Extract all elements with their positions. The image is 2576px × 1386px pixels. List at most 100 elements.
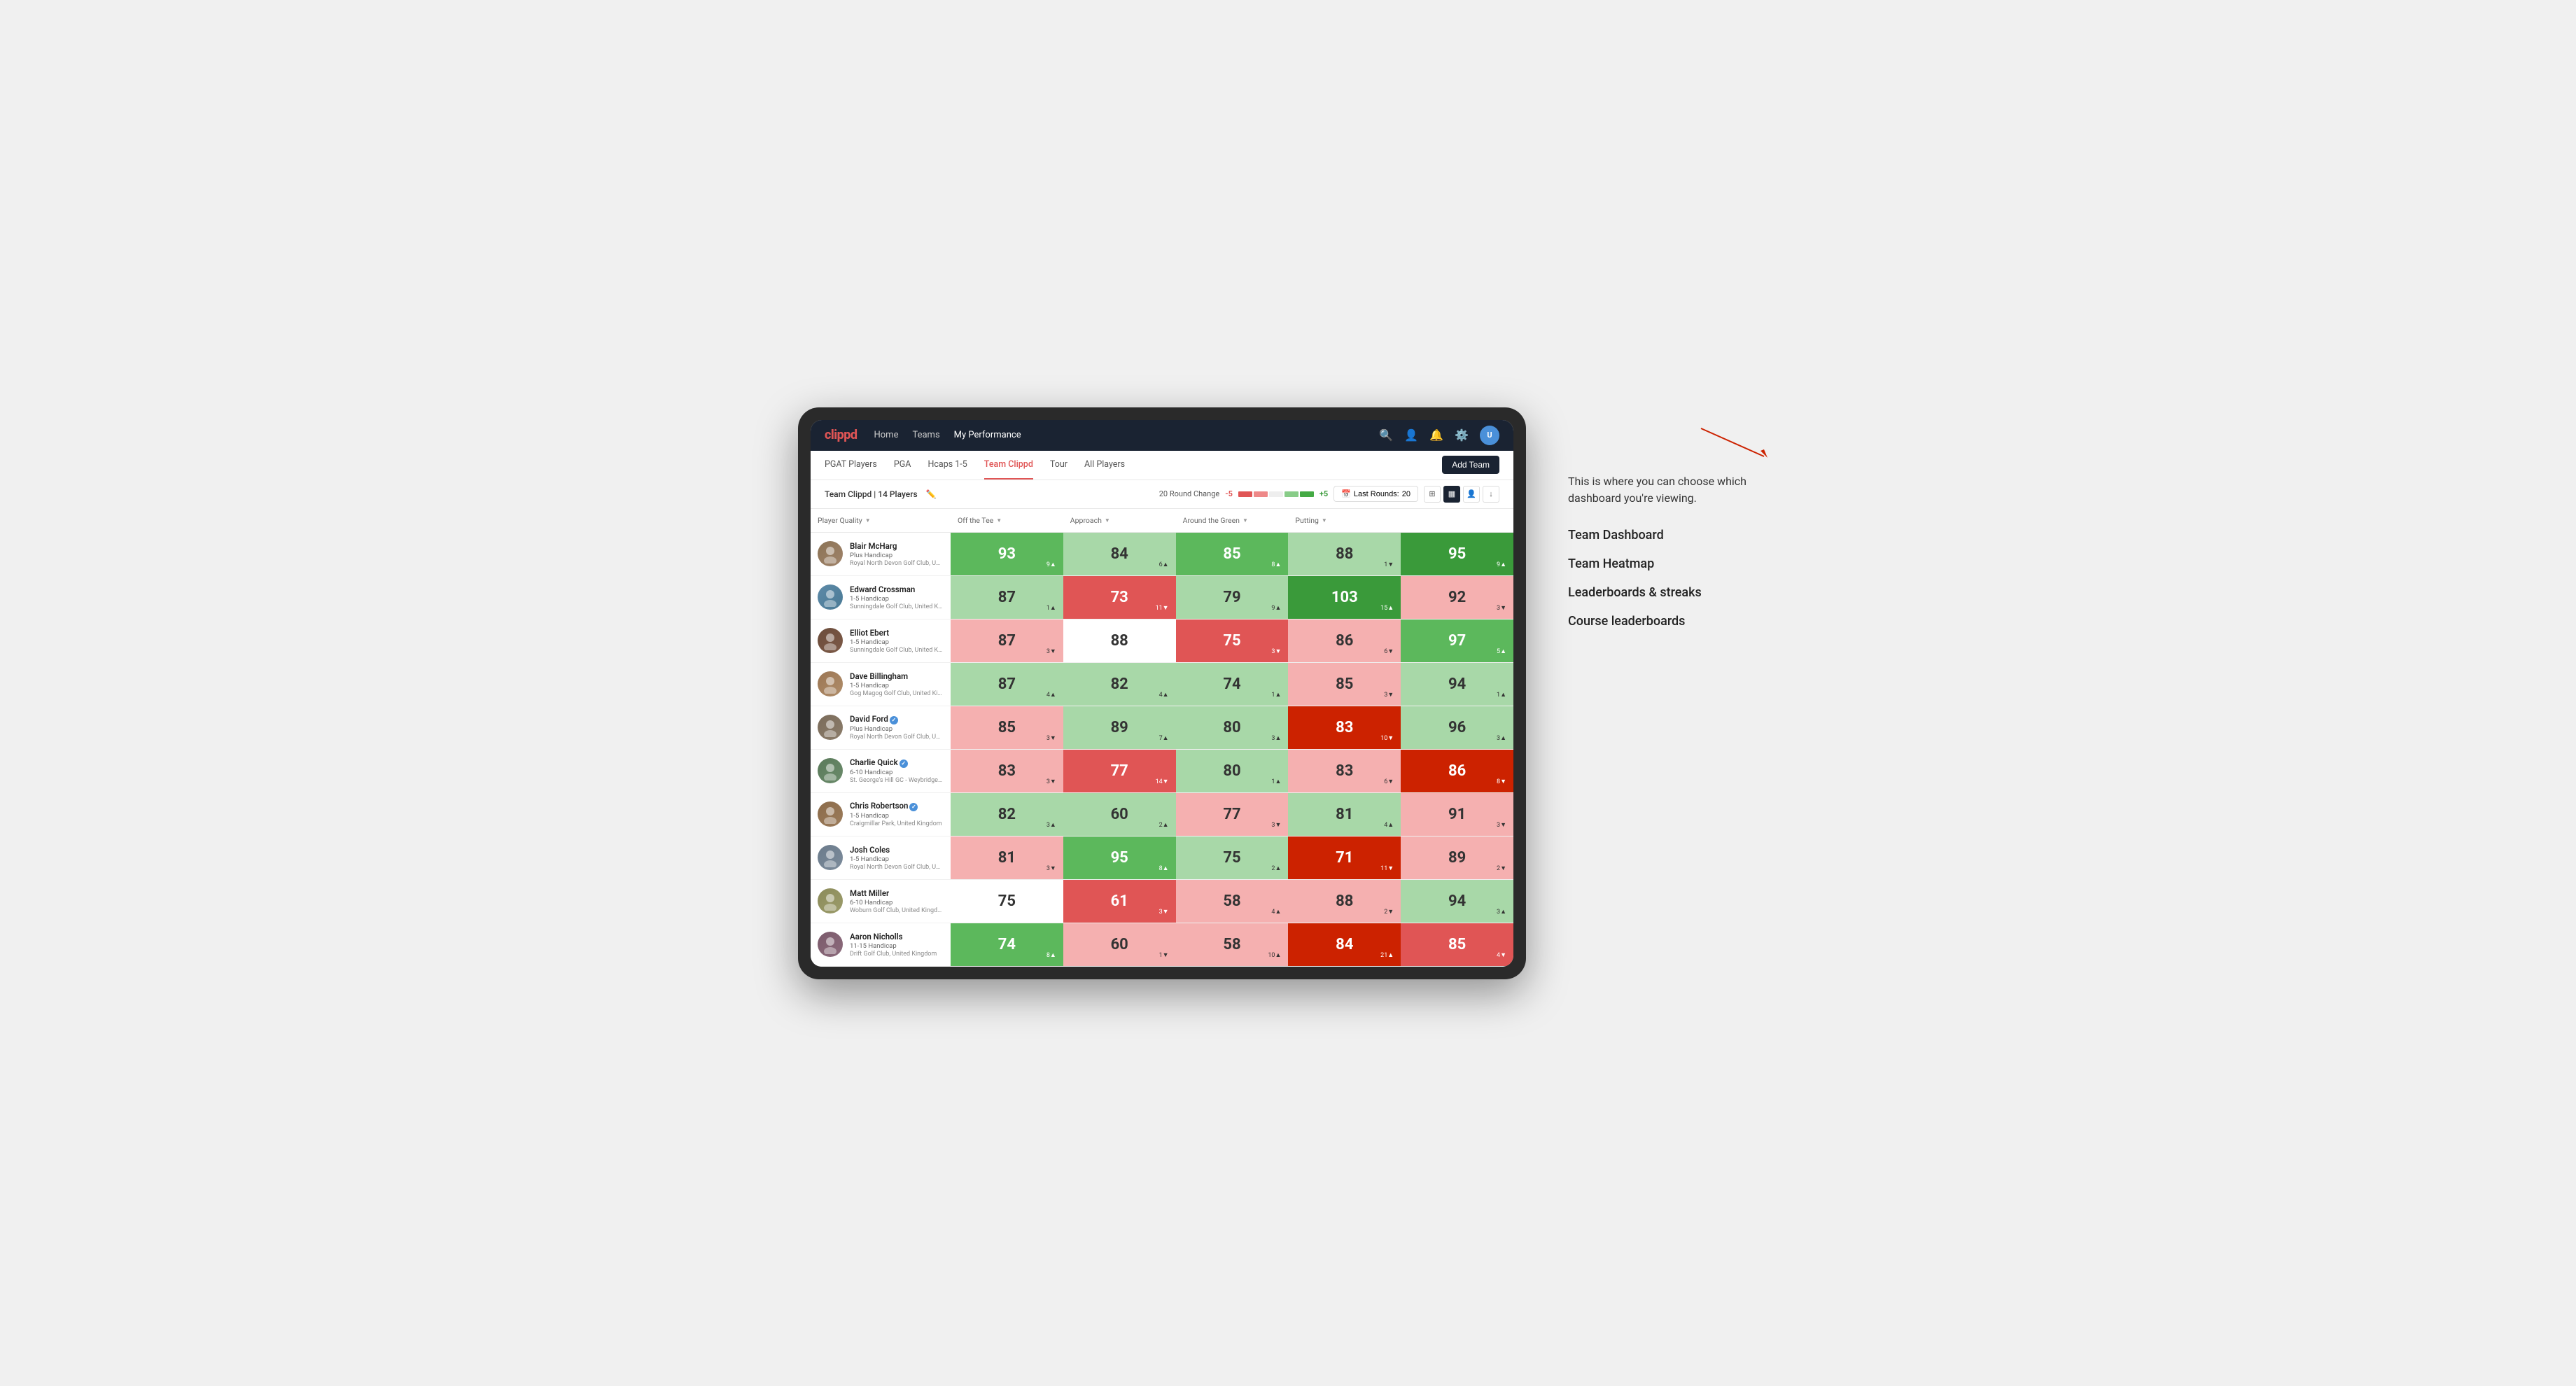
score-cell-0[interactable]: 833▼ xyxy=(951,750,1063,792)
people-icon[interactable]: 👤 xyxy=(1404,428,1418,442)
download-button[interactable]: ↓ xyxy=(1483,486,1499,503)
nav-link-home[interactable]: Home xyxy=(874,427,898,443)
tab-team-clippd[interactable]: Team Clippd xyxy=(984,451,1033,479)
score-cell-0[interactable]: 853▼ xyxy=(951,706,1063,749)
score-cell-0[interactable]: 823▲ xyxy=(951,793,1063,836)
table-row[interactable]: David Ford✓Plus HandicapRoyal North Devo… xyxy=(811,706,1513,750)
score-cell-1[interactable]: 7311▼ xyxy=(1063,576,1176,619)
score-cell-1[interactable]: 897▲ xyxy=(1063,706,1176,749)
nav-icons: 🔍 👤 🔔 ⚙️ U xyxy=(1379,426,1499,445)
nav-link-teams[interactable]: Teams xyxy=(912,427,939,443)
person-view-button[interactable]: 👤 xyxy=(1463,486,1480,503)
score-cell-4[interactable]: 868▼ xyxy=(1401,750,1513,792)
score-cell-2[interactable]: 799▲ xyxy=(1176,576,1289,619)
col-header-tee: Off the Tee ▼ xyxy=(951,513,1063,528)
score-cell-4[interactable]: 941▲ xyxy=(1401,663,1513,706)
score-cell-2[interactable]: 741▲ xyxy=(1176,663,1289,706)
table-row[interactable]: Elliot Ebert1-5 HandicapSunningdale Golf… xyxy=(811,620,1513,663)
score-cell-0[interactable]: 874▲ xyxy=(951,663,1063,706)
score-value: 88 xyxy=(1336,545,1353,563)
score-cell-3[interactable]: 8310▼ xyxy=(1288,706,1401,749)
score-cell-0[interactable]: 748▲ xyxy=(951,923,1063,966)
player-cell[interactable]: Matt Miller6-10 HandicapWoburn Golf Club… xyxy=(811,880,951,923)
table-row[interactable]: Charlie Quick✓6-10 HandicapSt. George's … xyxy=(811,750,1513,793)
score-cell-0[interactable]: 813▼ xyxy=(951,836,1063,879)
score-cell-2[interactable]: 773▼ xyxy=(1176,793,1289,836)
player-cell[interactable]: Aaron Nicholls11-15 HandicapDrift Golf C… xyxy=(811,923,951,966)
score-cell-4[interactable]: 943▲ xyxy=(1401,880,1513,923)
player-name: Charlie Quick✓ xyxy=(850,757,944,768)
score-cell-3[interactable]: 881▼ xyxy=(1288,533,1401,575)
player-cell[interactable]: Blair McHargPlus HandicapRoyal North Dev… xyxy=(811,533,951,575)
score-cell-0[interactable]: 75 xyxy=(951,880,1063,923)
score-cell-2[interactable]: 858▲ xyxy=(1176,533,1289,575)
player-cell[interactable]: David Ford✓Plus HandicapRoyal North Devo… xyxy=(811,706,951,749)
round-change-controls: 20 Round Change -5 +5 📅 Last Rounds: 20 xyxy=(1159,486,1499,503)
score-cell-3[interactable]: 7111▼ xyxy=(1288,836,1401,879)
range-red xyxy=(1238,491,1252,497)
tab-pga[interactable]: PGA xyxy=(894,451,911,479)
table-row[interactable]: Chris Robertson✓1-5 HandicapCraigmillar … xyxy=(811,793,1513,836)
score-value: 79 xyxy=(1223,589,1240,606)
score-cell-0[interactable]: 871▲ xyxy=(951,576,1063,619)
player-cell[interactable]: Dave Billingham1-5 HandicapGog Magog Gol… xyxy=(811,663,951,706)
score-cell-0[interactable]: 939▲ xyxy=(951,533,1063,575)
score-cell-3[interactable]: 853▼ xyxy=(1288,663,1401,706)
settings-icon[interactable]: ⚙️ xyxy=(1455,428,1469,442)
score-cell-2[interactable]: 803▲ xyxy=(1176,706,1289,749)
score-cell-4[interactable]: 963▲ xyxy=(1401,706,1513,749)
table-row[interactable]: Matt Miller6-10 HandicapWoburn Golf Club… xyxy=(811,880,1513,923)
score-cell-4[interactable]: 923▼ xyxy=(1401,576,1513,619)
player-cell[interactable]: Josh Coles1-5 HandicapRoyal North Devon … xyxy=(811,836,951,879)
score-cell-4[interactable]: 975▲ xyxy=(1401,620,1513,662)
score-cell-0[interactable]: 873▼ xyxy=(951,620,1063,662)
tab-pgat-players[interactable]: PGAT Players xyxy=(825,451,877,479)
add-team-button[interactable]: Add Team xyxy=(1442,456,1499,474)
score-cell-3[interactable]: 10315▲ xyxy=(1288,576,1401,619)
score-cell-1[interactable]: 602▲ xyxy=(1063,793,1176,836)
tab-tour[interactable]: Tour xyxy=(1050,451,1068,479)
score-cell-4[interactable]: 892▼ xyxy=(1401,836,1513,879)
score-value: 97 xyxy=(1448,632,1466,650)
tab-all-players[interactable]: All Players xyxy=(1084,451,1125,479)
table-row[interactable]: Josh Coles1-5 HandicapRoyal North Devon … xyxy=(811,836,1513,880)
score-cell-4[interactable]: 854▼ xyxy=(1401,923,1513,966)
bell-icon[interactable]: 🔔 xyxy=(1429,428,1443,442)
score-cell-1[interactable]: 846▲ xyxy=(1063,533,1176,575)
nav-link-performance[interactable]: My Performance xyxy=(954,427,1021,443)
score-cell-2[interactable]: 5810▲ xyxy=(1176,923,1289,966)
score-cell-4[interactable]: 913▼ xyxy=(1401,793,1513,836)
score-cell-3[interactable]: 866▼ xyxy=(1288,620,1401,662)
score-cell-2[interactable]: 801▲ xyxy=(1176,750,1289,792)
grid-view-button[interactable]: ⊞ xyxy=(1424,486,1441,503)
heatmap-view-button[interactable]: ▦ xyxy=(1443,486,1460,503)
score-cell-1[interactable]: 7714▼ xyxy=(1063,750,1176,792)
score-cell-1[interactable]: 613▼ xyxy=(1063,880,1176,923)
table-row[interactable]: Aaron Nicholls11-15 HandicapDrift Golf C… xyxy=(811,923,1513,967)
table-row[interactable]: Edward Crossman1-5 HandicapSunningdale G… xyxy=(811,576,1513,620)
score-cell-2[interactable]: 753▼ xyxy=(1176,620,1289,662)
score-cell-2[interactable]: 752▲ xyxy=(1176,836,1289,879)
player-cell[interactable]: Charlie Quick✓6-10 HandicapSt. George's … xyxy=(811,750,951,792)
tab-hcaps[interactable]: Hcaps 1-5 xyxy=(927,451,967,479)
search-icon[interactable]: 🔍 xyxy=(1379,428,1393,442)
score-cell-3[interactable]: 836▼ xyxy=(1288,750,1401,792)
score-cell-2[interactable]: 584▲ xyxy=(1176,880,1289,923)
score-cell-3[interactable]: 8421▲ xyxy=(1288,923,1401,966)
score-cell-4[interactable]: 959▲ xyxy=(1401,533,1513,575)
score-cell-3[interactable]: 814▲ xyxy=(1288,793,1401,836)
score-cell-1[interactable]: 601▼ xyxy=(1063,923,1176,966)
player-handicap: 1-5 Handicap xyxy=(850,682,944,690)
score-cell-1[interactable]: 958▲ xyxy=(1063,836,1176,879)
player-cell[interactable]: Chris Robertson✓1-5 HandicapCraigmillar … xyxy=(811,793,951,836)
player-cell[interactable]: Elliot Ebert1-5 HandicapSunningdale Golf… xyxy=(811,620,951,662)
edit-icon[interactable]: ✏️ xyxy=(926,489,937,499)
table-row[interactable]: Blair McHargPlus HandicapRoyal North Dev… xyxy=(811,533,1513,576)
last-rounds-button[interactable]: 📅 Last Rounds: 20 xyxy=(1334,486,1418,502)
score-cell-1[interactable]: 88 xyxy=(1063,620,1176,662)
score-cell-1[interactable]: 824▲ xyxy=(1063,663,1176,706)
player-cell[interactable]: Edward Crossman1-5 HandicapSunningdale G… xyxy=(811,576,951,619)
table-row[interactable]: Dave Billingham1-5 HandicapGog Magog Gol… xyxy=(811,663,1513,706)
score-cell-3[interactable]: 882▼ xyxy=(1288,880,1401,923)
user-avatar[interactable]: U xyxy=(1480,426,1499,445)
